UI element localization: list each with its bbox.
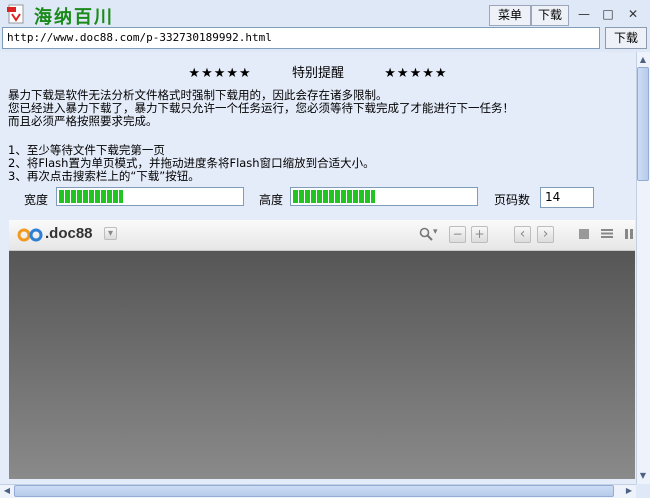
grid-view-icon[interactable] (624, 228, 634, 240)
doc88-logo-text: .doc88 (45, 225, 93, 242)
app-title: 海纳百川 (34, 7, 114, 28)
notice-heading-row: ★★★★★ 特别提醒 ★★★★★ (0, 62, 636, 81)
height-slider[interactable] (290, 187, 478, 206)
scroll-right-arrow-icon[interactable]: ▶ (622, 484, 636, 498)
scroll-down-arrow-icon[interactable]: ▼ (636, 469, 650, 483)
download-top-button[interactable]: 下载 (531, 5, 569, 26)
height-progress-fill (293, 190, 375, 203)
zoom-out-button[interactable]: − (449, 226, 466, 243)
notice-line: 而且必须严格按照要求完成。 (8, 114, 158, 128)
next-page-button[interactable]: › (537, 226, 554, 243)
height-label: 高度 (259, 193, 284, 207)
scroll-up-arrow-icon[interactable]: ▲ (636, 53, 650, 67)
page-count-input[interactable]: 14 (540, 187, 594, 208)
maximize-button[interactable]: □ (600, 6, 616, 22)
prev-page-button[interactable]: ‹ (514, 226, 531, 243)
doc88-logo-icon (17, 228, 43, 242)
close-button[interactable]: ✕ (625, 6, 641, 22)
single-page-view-icon[interactable] (578, 228, 590, 240)
step-line: 3、再次点击搜索栏上的“下载”按钮。 (8, 169, 200, 183)
menu-button[interactable]: 菜单 (489, 5, 531, 26)
pdf-icon (7, 4, 24, 24)
scroll-left-arrow-icon[interactable]: ◀ (0, 484, 14, 498)
vertical-scroll-thumb[interactable] (637, 67, 649, 181)
width-label: 宽度 (24, 193, 49, 207)
stars-left: ★★★★★ (188, 66, 252, 81)
search-dropdown-icon[interactable]: ▾ (433, 227, 438, 237)
width-slider[interactable] (56, 187, 244, 206)
width-progress-fill (59, 190, 123, 203)
stars-right: ★★★★★ (384, 66, 448, 81)
download-button[interactable]: 下载 (605, 27, 647, 49)
zoom-in-button[interactable]: + (471, 226, 488, 243)
horizontal-scroll-thumb[interactable] (14, 485, 614, 497)
notice-heading: 特别提醒 (291, 66, 344, 81)
url-input[interactable]: http://www.doc88.com/p-332730189992.html (2, 27, 600, 49)
continuous-view-icon[interactable] (600, 228, 614, 240)
page-count-label: 页码数 (494, 193, 531, 207)
minimize-button[interactable]: — (576, 6, 592, 22)
resize-grip (636, 484, 650, 498)
search-icon[interactable] (419, 227, 433, 241)
logo-dropdown-button[interactable]: ▾ (104, 227, 117, 240)
document-viewer[interactable] (9, 251, 635, 479)
